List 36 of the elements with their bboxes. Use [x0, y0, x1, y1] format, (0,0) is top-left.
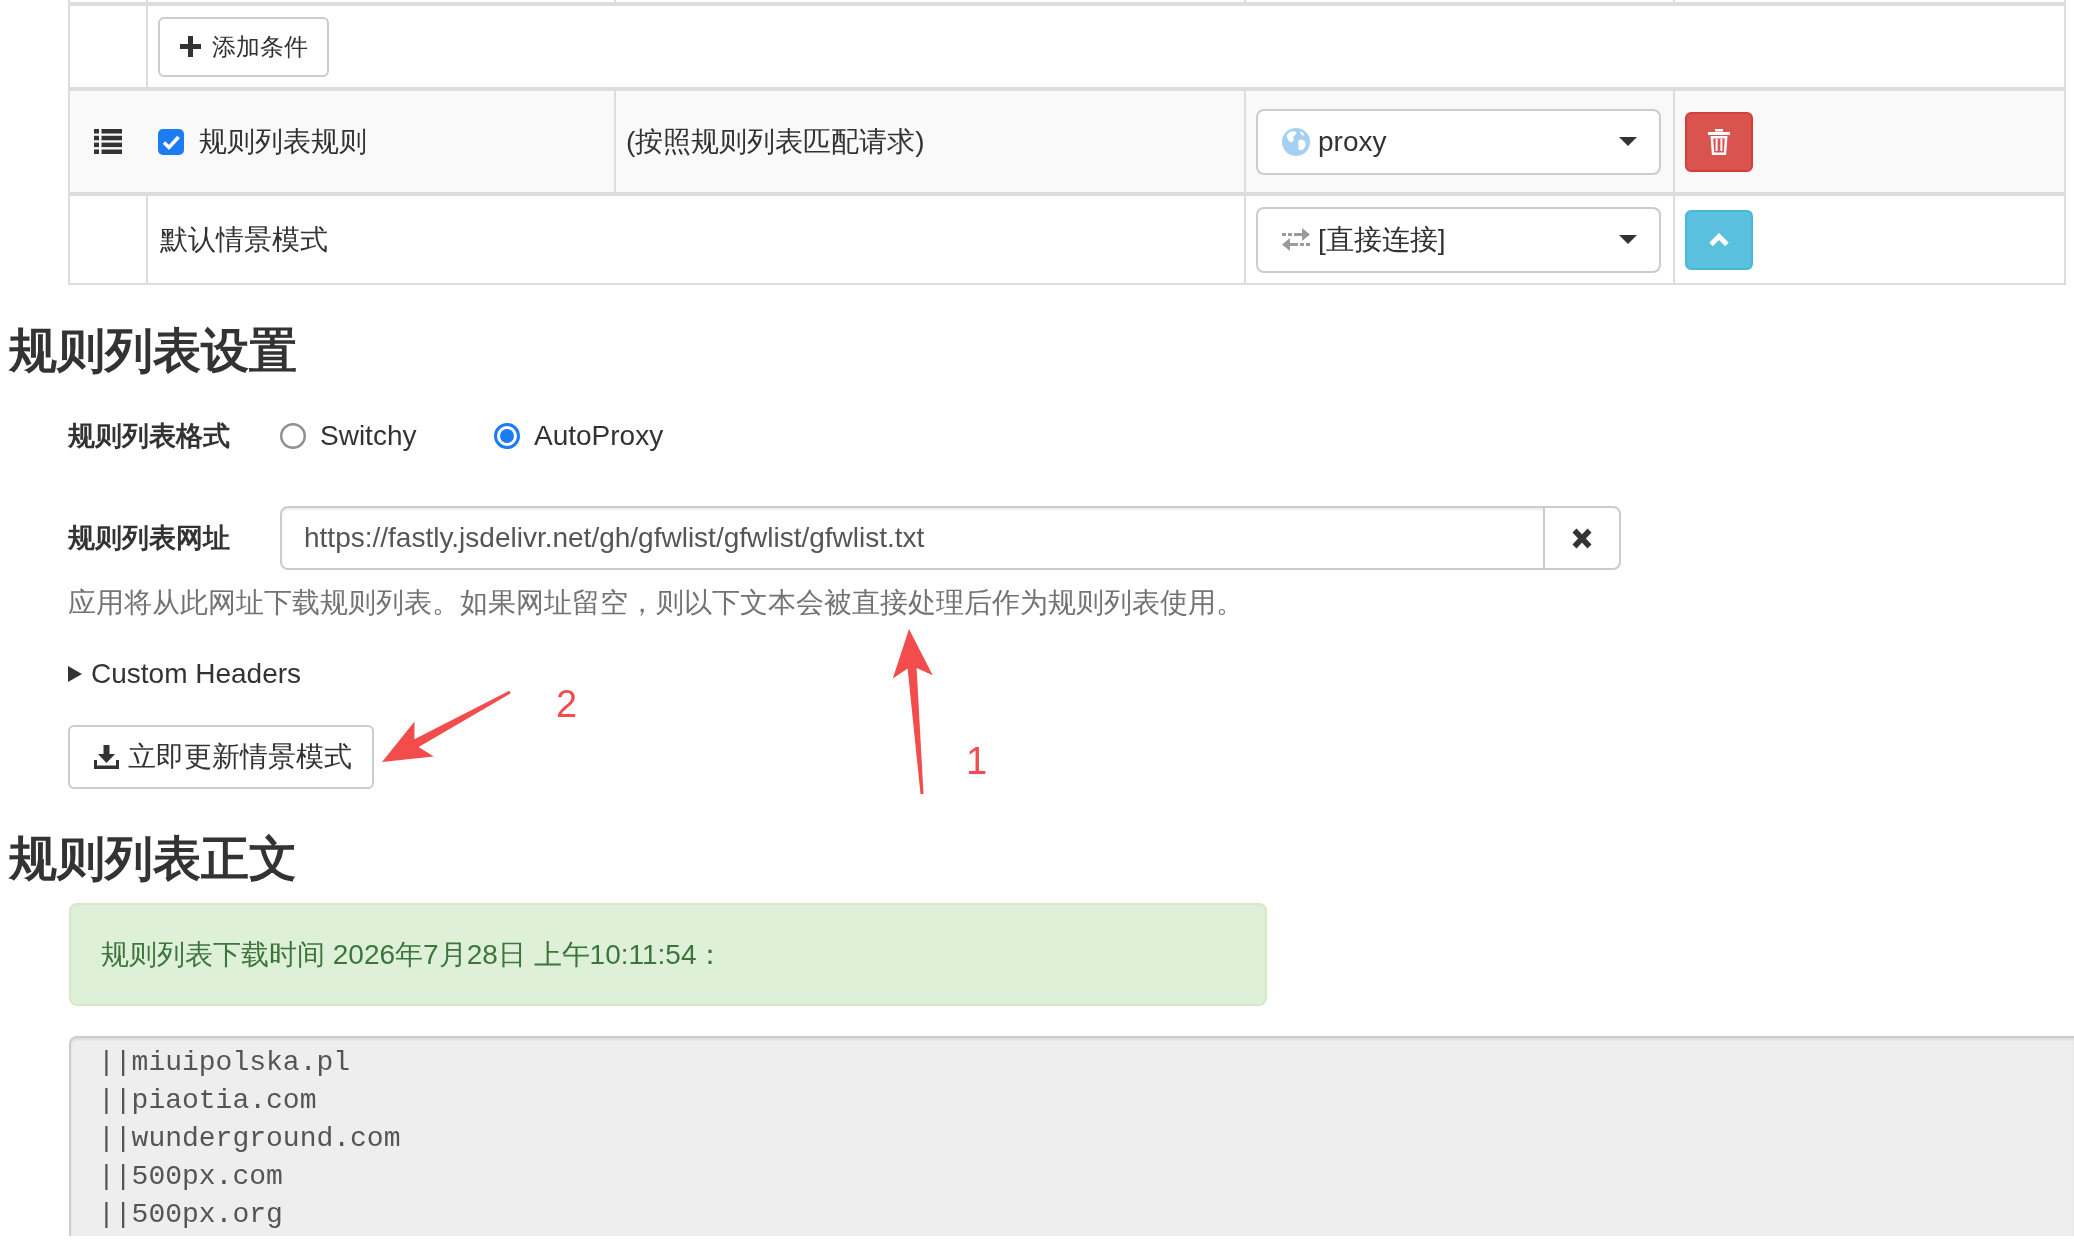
- download-icon: [94, 745, 119, 769]
- section-heading: 规则列表正文: [9, 832, 297, 885]
- annotation-number: 1: [966, 741, 988, 781]
- delete-button[interactable]: [1685, 111, 1753, 172]
- move-up-button[interactable]: [1685, 209, 1753, 270]
- caret-down-icon: [1619, 235, 1637, 244]
- help-text: 应用将从此网址下载规则列表。如果网址留空，则以下文本会被直接处理后作为规则列表使用。: [68, 586, 1244, 620]
- globe-icon: [1282, 127, 1310, 156]
- exchange-arrows-icon: [1282, 228, 1310, 251]
- section-heading: 规则列表设置: [9, 324, 297, 377]
- field-label: 规则列表格式: [68, 420, 231, 453]
- radio-button[interactable]: [280, 423, 306, 449]
- plus-icon: [180, 36, 201, 57]
- condition-type-label: 规则列表规则: [199, 124, 367, 159]
- field-label: 规则列表网址: [68, 522, 231, 555]
- condition-details-text: (按照规则列表匹配请求): [626, 124, 925, 159]
- download-time-notice: 规则列表下载时间 2026年7月28日 上午10:11:54：: [69, 903, 1267, 1006]
- custom-headers-toggle[interactable]: Custom Headers: [68, 654, 302, 694]
- profile-dropdown[interactable]: proxy: [1256, 108, 1661, 175]
- list-icon[interactable]: [94, 129, 122, 154]
- trash-icon: [1708, 128, 1730, 155]
- rule-list-textarea[interactable]: ||miuipolska.pl ||piaotia.com ||wunderground.com ||500px.com ||500px.org: [69, 1036, 2074, 1236]
- radio-label[interactable]: Switchy: [320, 420, 417, 452]
- default-profile-label: 默认情景模式: [160, 222, 328, 257]
- update-profile-button[interactable]: 立即更新情景模式: [68, 725, 374, 789]
- checkbox[interactable]: [158, 128, 184, 155]
- close-icon: [1571, 526, 1593, 550]
- radio-button[interactable]: [494, 423, 520, 449]
- caret-down-icon: [1619, 137, 1637, 146]
- radio-label[interactable]: AutoProxy: [534, 420, 664, 452]
- annotation-number: 2: [556, 684, 578, 724]
- url-input[interactable]: https://fastly.jsdelivr.net/gh/gfwlist/gfwlist/gfwlist.txt: [280, 506, 1545, 570]
- profile-dropdown[interactable]: [直接连接]: [1256, 206, 1661, 273]
- chevron-up-icon: [1708, 232, 1730, 247]
- clear-button[interactable]: [1543, 506, 1621, 570]
- add-condition-button[interactable]: 添加条件: [158, 16, 329, 77]
